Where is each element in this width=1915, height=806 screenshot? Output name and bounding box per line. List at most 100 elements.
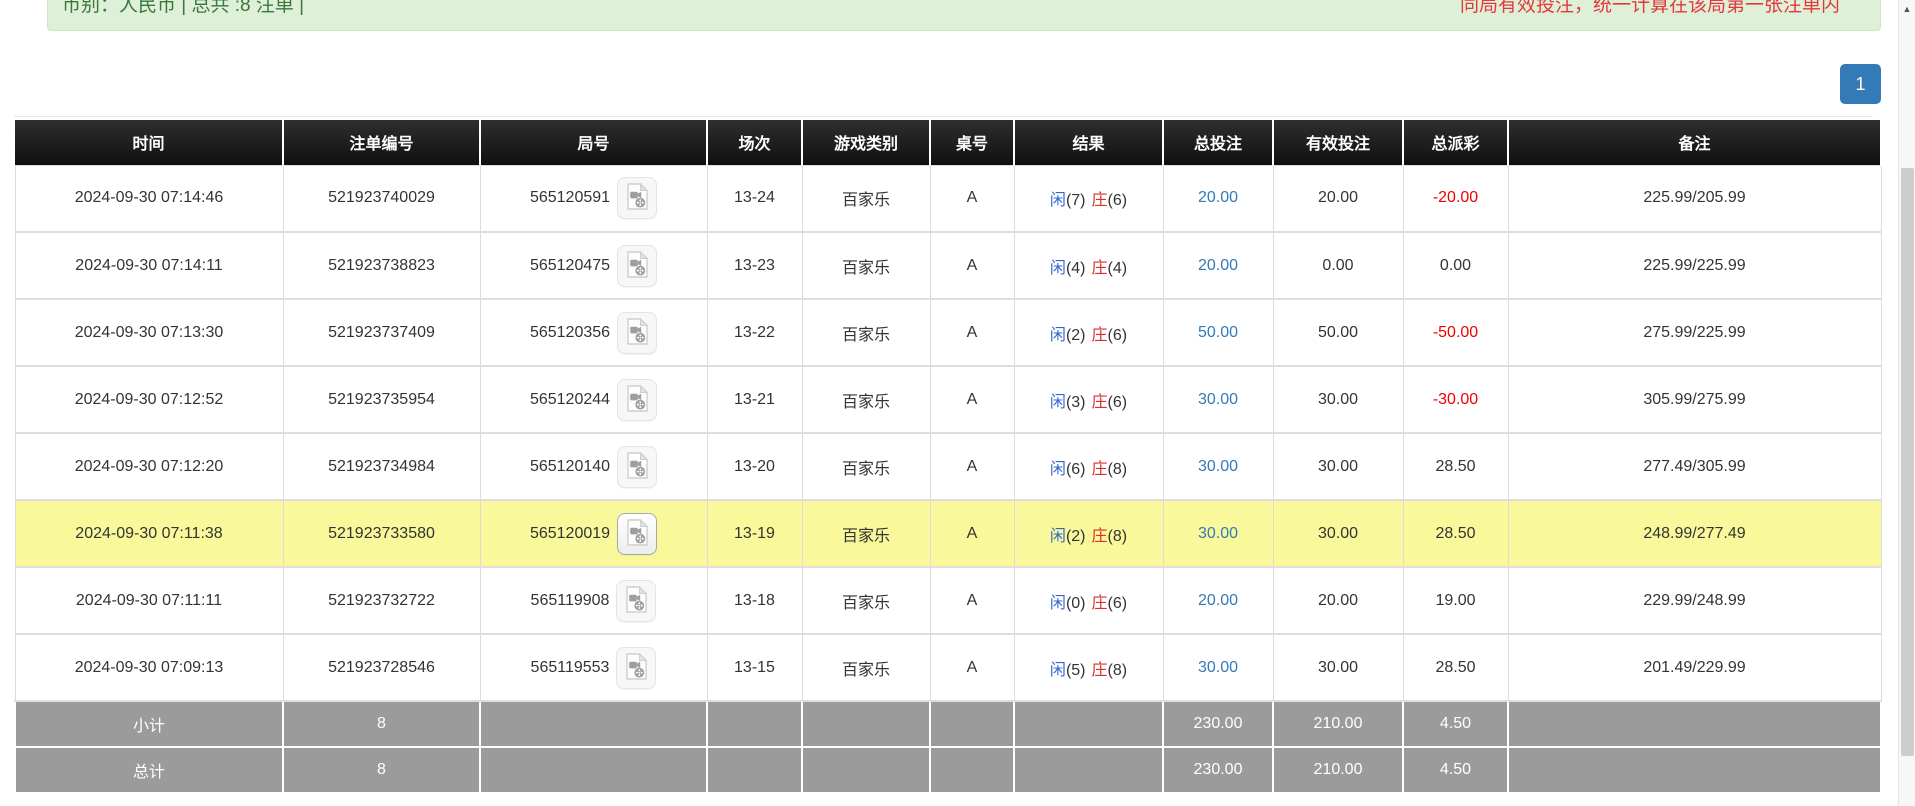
total-label: 总计 [15,747,283,793]
player-result-score: (2) [1066,528,1086,545]
cell-game-no: 565119553 [480,634,707,701]
cell-remark: 229.99/248.99 [1508,567,1881,634]
video-replay-button[interactable] [617,379,657,421]
table-header: 时间 注单编号 局号 场次 游戏类别 桌号 结果 总投注 有效投注 总派彩 备注 [15,120,1881,165]
banker-result-score: (6) [1108,595,1128,612]
table-row: 2024-09-30 07:12:20 521923734984 5651201… [15,433,1881,500]
video-replay-icon [626,318,649,348]
cell-result: 闲(2)庄(6) [1014,299,1163,366]
video-replay-button[interactable] [617,245,657,287]
subtotal-row: 小计 8 230.00 210.00 4.50 [15,701,1881,747]
cell-time: 2024-09-30 07:11:38 [15,500,283,567]
table-row: 2024-09-30 07:12:52 521923735954 5651202… [15,366,1881,433]
video-replay-icon [626,385,649,415]
game-number: 565120591 [530,189,610,207]
cell-game-type: 百家乐 [802,366,930,433]
banker-result-score: (8) [1108,461,1128,478]
cell-session: 13-22 [707,299,802,366]
banker-result-score: (6) [1108,327,1128,344]
cell-payout: -30.00 [1403,366,1508,433]
cell-table-no: A [930,232,1014,299]
banker-result-score: (8) [1108,662,1128,679]
scroll-up-arrow-icon[interactable]: ▲ [1899,0,1915,18]
player-result-label: 闲 [1050,260,1066,277]
player-result-label: 闲 [1050,662,1066,679]
col-header-total-bet: 总投注 [1163,120,1273,165]
cell-game-no: 565120244 [480,366,707,433]
cell-time: 2024-09-30 07:14:46 [15,165,283,232]
cell-remark: 248.99/277.49 [1508,500,1881,567]
col-header-game-no: 局号 [480,120,707,165]
cell-remark: 277.49/305.99 [1508,433,1881,500]
cell-game-type: 百家乐 [802,500,930,567]
cell-result: 闲(4)庄(4) [1014,232,1163,299]
cell-valid-bet: 20.00 [1273,567,1403,634]
cell-result: 闲(5)庄(8) [1014,634,1163,701]
player-result-score: (0) [1066,595,1086,612]
game-number: 565119553 [531,659,610,677]
cell-time: 2024-09-30 07:12:52 [15,366,283,433]
cell-bet-id: 521923732722 [283,567,480,634]
banker-result-label: 庄 [1092,394,1108,411]
cell-game-type: 百家乐 [802,299,930,366]
cell-game-type: 百家乐 [802,165,930,232]
total-payout: 4.50 [1403,747,1508,793]
banker-result-score: (6) [1108,394,1128,411]
video-replay-button[interactable] [616,580,656,622]
cell-bet-id: 521923737409 [283,299,480,366]
cell-bet-id: 521923735954 [283,366,480,433]
cell-table-no: A [930,567,1014,634]
video-replay-button[interactable] [617,312,657,354]
cell-total-bet: 30.00 [1163,433,1273,500]
cell-payout: -20.00 [1403,165,1508,232]
page-button-1[interactable]: 1 [1840,64,1881,104]
video-replay-icon [626,183,649,213]
table-row: 2024-09-30 07:09:13 521923728546 5651195… [15,634,1881,701]
cell-table-no: A [930,299,1014,366]
table-row: 2024-09-30 07:14:11 521923738823 5651204… [15,232,1881,299]
cell-session: 13-18 [707,567,802,634]
cell-remark: 225.99/205.99 [1508,165,1881,232]
banker-result-score: (8) [1108,528,1128,545]
total-total-bet: 230.00 [1163,747,1273,793]
player-result-score: (7) [1066,192,1086,209]
cell-session: 13-15 [707,634,802,701]
video-replay-button[interactable] [616,647,656,689]
pagination: 1 [1840,64,1881,104]
player-result-score: (3) [1066,394,1086,411]
cell-payout: 28.50 [1403,500,1508,567]
summary-alert: 币别：人民币 | 总共 :8 注单 | 同局有效投注，统一计算在该局第一张注单内 [47,0,1881,31]
video-replay-icon [625,653,648,683]
col-header-game-type: 游戏类别 [802,120,930,165]
video-replay-button[interactable] [617,513,657,555]
cell-remark: 225.99/225.99 [1508,232,1881,299]
subtotal-total-bet: 230.00 [1163,701,1273,747]
cell-game-type: 百家乐 [802,433,930,500]
cell-bet-id: 521923738823 [283,232,480,299]
scrollbar[interactable]: ▲ [1898,0,1915,806]
cell-payout: 28.50 [1403,634,1508,701]
cell-game-no: 565120019 [480,500,707,567]
scrollbar-thumb[interactable] [1901,168,1914,756]
cell-remark: 201.49/229.99 [1508,634,1881,701]
cell-time: 2024-09-30 07:14:11 [15,232,283,299]
cell-bet-id: 521923733580 [283,500,480,567]
bet-records-table: 时间 注单编号 局号 场次 游戏类别 桌号 结果 总投注 有效投注 总派彩 备注… [14,120,1882,794]
col-header-valid-bet: 有效投注 [1273,120,1403,165]
banker-result-label: 庄 [1092,461,1108,478]
cell-payout: 0.00 [1403,232,1508,299]
cell-game-no: 565120591 [480,165,707,232]
cell-game-type: 百家乐 [802,634,930,701]
col-header-bet-id: 注单编号 [283,120,480,165]
divider-line [14,116,1873,117]
banker-result-label: 庄 [1092,192,1108,209]
col-header-session: 场次 [707,120,802,165]
banker-result-label: 庄 [1092,528,1108,545]
cell-result: 闲(3)庄(6) [1014,366,1163,433]
cell-total-bet: 20.00 [1163,165,1273,232]
col-header-result: 结果 [1014,120,1163,165]
table-row: 2024-09-30 07:11:38 521923733580 5651200… [15,500,1881,567]
video-replay-button[interactable] [617,446,657,488]
video-replay-button[interactable] [617,177,657,219]
table-footer: 小计 8 230.00 210.00 4.50 总计 8 230.00 210.… [15,701,1881,793]
